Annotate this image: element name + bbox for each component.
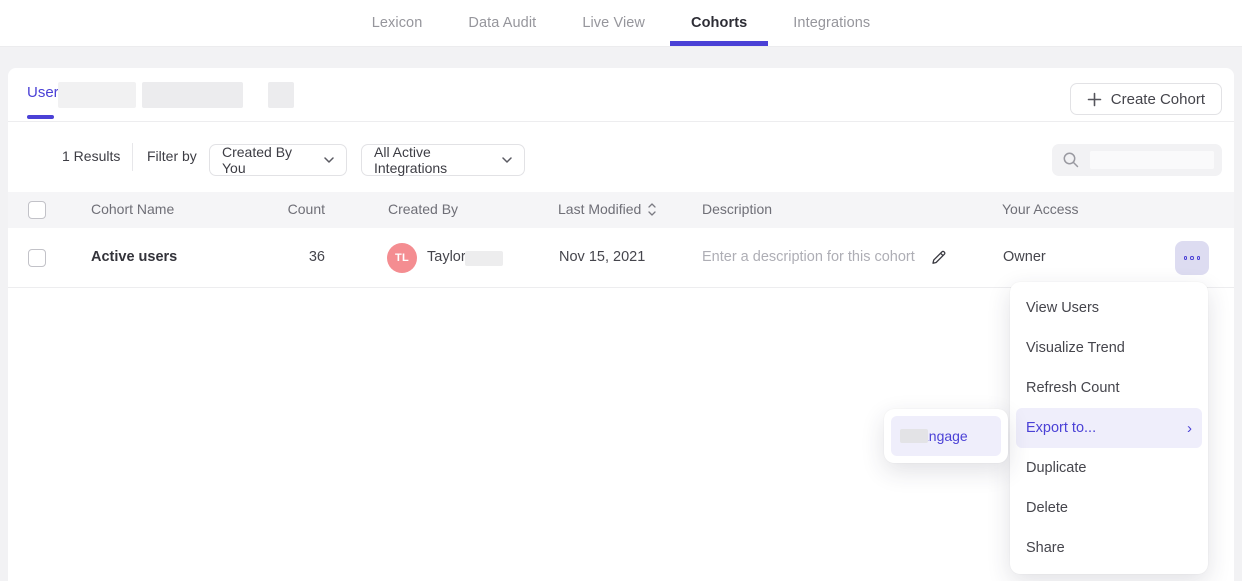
select-all-checkbox[interactable] <box>28 201 46 219</box>
created-by-dropdown-value: Created By You <box>222 144 314 176</box>
sort-icon <box>648 203 656 216</box>
nav-tab-data-audit[interactable]: Data Audit <box>465 0 539 46</box>
menu-item-visualize-trend[interactable]: Visualize Trend <box>1010 328 1208 368</box>
search-icon <box>1062 151 1080 169</box>
redacted-tab <box>58 82 136 108</box>
menu-item-view-users[interactable]: View Users <box>1010 288 1208 328</box>
avatar: TL <box>387 243 417 273</box>
cohort-type-tabs: User Create Cohort <box>8 68 1234 122</box>
create-cohort-label: Create Cohort <box>1111 91 1205 108</box>
filter-by-label: Filter by <box>147 148 197 164</box>
redacted-surname <box>465 251 503 266</box>
header-description: Description <box>702 201 772 217</box>
menu-item-refresh-count[interactable]: Refresh Count <box>1010 368 1208 408</box>
created-by-dropdown[interactable]: Created By You <box>209 144 347 176</box>
cohort-count: 36 <box>238 249 325 265</box>
chevron-down-icon <box>324 157 334 163</box>
menu-item-duplicate[interactable]: Duplicate <box>1010 448 1208 488</box>
pencil-icon <box>929 248 948 267</box>
menu-item-delete[interactable]: Delete <box>1010 488 1208 528</box>
header-count: Count <box>238 201 325 217</box>
menu-item-export-to-label: Export to... <box>1026 420 1096 436</box>
menu-item-export-to[interactable]: Export to... › <box>1016 408 1202 448</box>
dots-icon <box>1184 256 1188 260</box>
row-actions-menu: View Users Visualize Trend Refresh Count… <box>1010 282 1208 574</box>
last-modified-date: Nov 15, 2021 <box>559 249 645 265</box>
header-your-access: Your Access <box>1002 201 1079 217</box>
nav-tab-cohorts[interactable]: Cohorts <box>688 0 750 46</box>
nav-tab-integrations[interactable]: Integrations <box>790 0 873 46</box>
header-created-by: Created By <box>388 201 458 217</box>
submenu-item-moengage[interactable]: MoEngage <box>891 416 1001 456</box>
cohorts-page: Lexicon Data Audit Live View Cohorts Int… <box>0 0 1242 581</box>
active-tab-underline <box>27 115 54 119</box>
nav-tab-live-view[interactable]: Live View <box>579 0 648 46</box>
integrations-dropdown-value: All Active Integrations <box>374 144 492 176</box>
dots-icon <box>1190 256 1194 260</box>
chevron-down-icon <box>502 157 512 163</box>
export-submenu: MoEngage <box>884 409 1008 463</box>
row-checkbox[interactable] <box>28 249 46 267</box>
menu-item-share[interactable]: Share <box>1010 528 1208 568</box>
tab-user[interactable]: User <box>27 84 59 101</box>
filter-bar: 1 Results Filter by Created By You All A… <box>8 122 1234 192</box>
table-row: Active users 36 TL Taylor Nov 15, 2021 E… <box>8 228 1234 288</box>
nav-tab-lexicon[interactable]: Lexicon <box>369 0 426 46</box>
create-cohort-button[interactable]: Create Cohort <box>1070 83 1222 115</box>
redacted-tab <box>142 82 243 108</box>
description-placeholder[interactable]: Enter a description for this cohort <box>702 249 915 265</box>
redacted-search-text <box>1090 151 1214 169</box>
integrations-dropdown[interactable]: All Active Integrations <box>361 144 525 176</box>
redacted-submenu-text <box>900 429 928 443</box>
top-navigation: Lexicon Data Audit Live View Cohorts Int… <box>0 0 1242 47</box>
results-count: 1 Results <box>62 148 120 164</box>
header-last-modified[interactable]: Last Modified <box>558 201 656 217</box>
search-input[interactable] <box>1052 144 1222 176</box>
row-actions-button[interactable] <box>1175 241 1209 275</box>
created-by-name: Taylor <box>427 249 466 265</box>
divider <box>132 143 133 171</box>
edit-description-button[interactable] <box>929 248 948 271</box>
redacted-tab <box>268 82 294 108</box>
table-header: Cohort Name Count Created By Last Modifi… <box>8 192 1234 228</box>
plus-icon <box>1087 92 1102 107</box>
header-cohort-name: Cohort Name <box>91 201 174 217</box>
header-last-modified-label: Last Modified <box>558 201 641 217</box>
chevron-right-icon: › <box>1187 421 1192 436</box>
access-level: Owner <box>1003 249 1046 265</box>
cohort-name-link[interactable]: Active users <box>91 249 177 265</box>
dots-icon <box>1197 256 1201 260</box>
